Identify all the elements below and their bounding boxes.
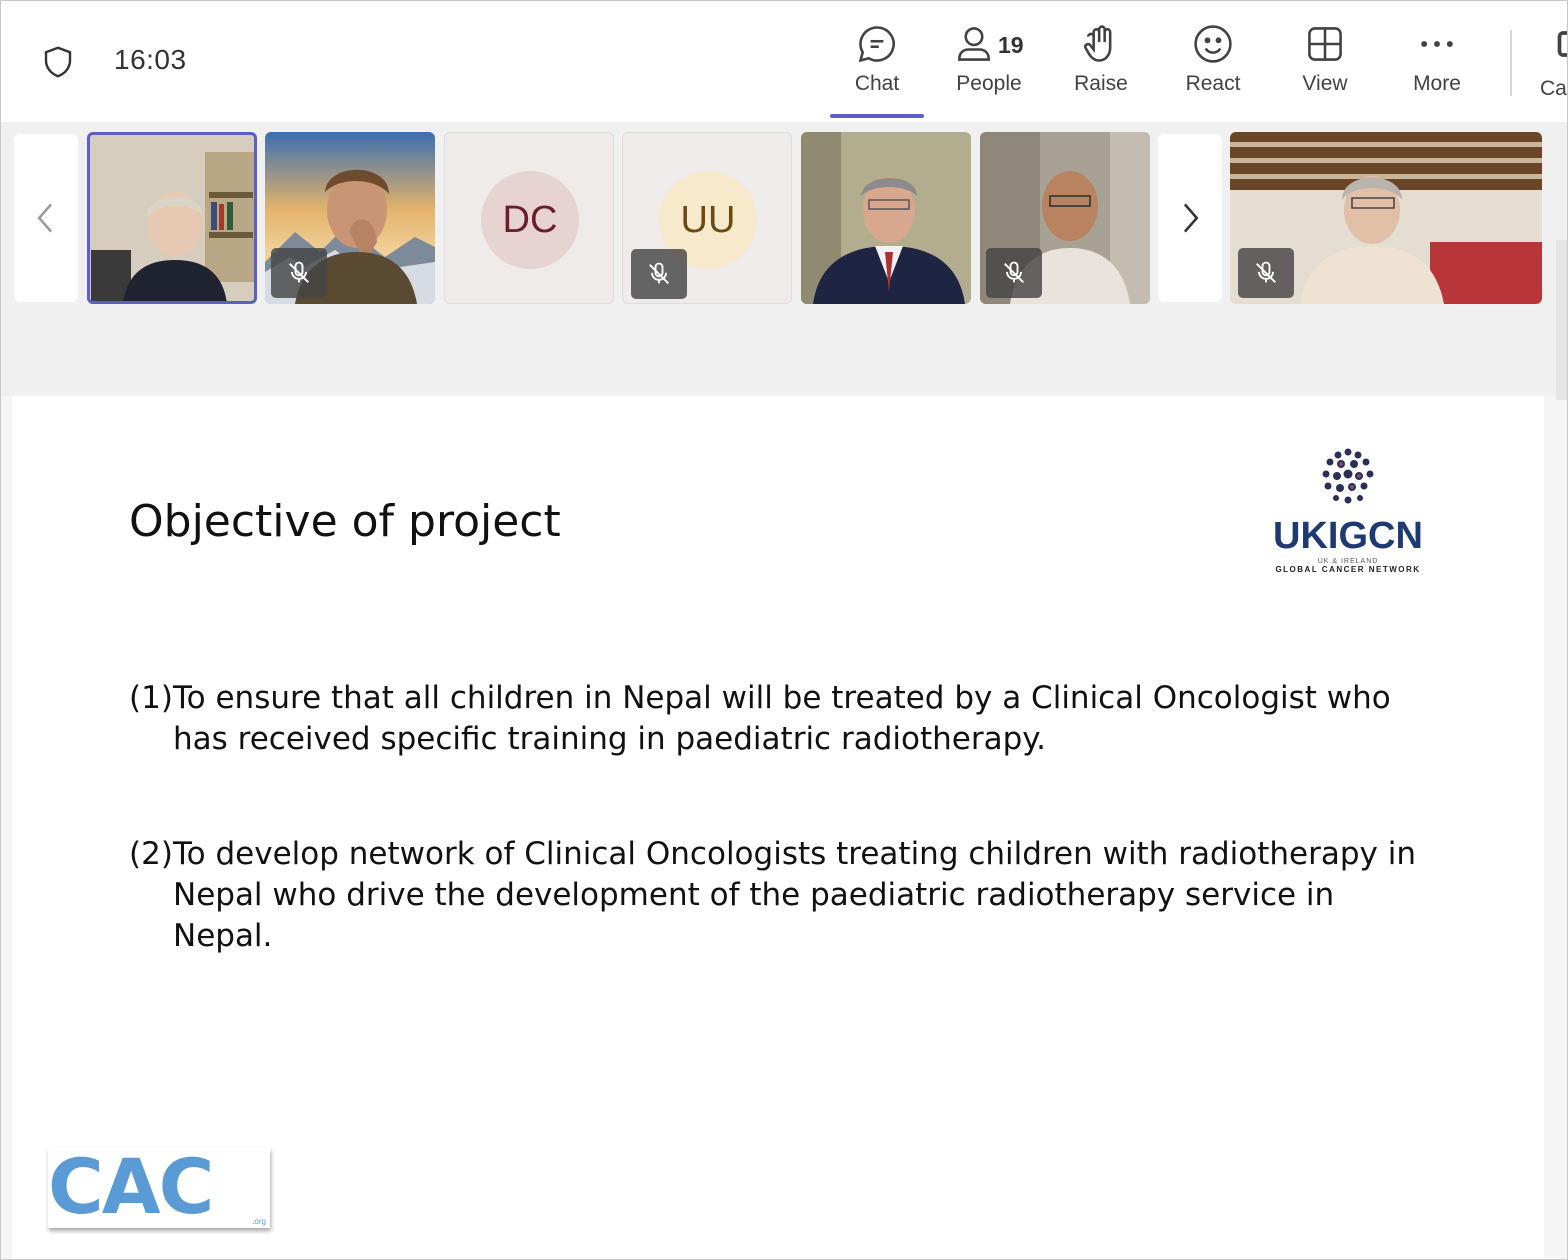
camera-icon <box>1557 31 1568 57</box>
raise-hand-icon <box>1084 25 1112 62</box>
smiley-icon <box>1194 25 1232 63</box>
avatar-initials: UU <box>680 198 736 241</box>
more-button[interactable]: More <box>1382 22 1492 118</box>
active-tab-indicator <box>830 114 924 118</box>
camera-button[interactable]: Ca <box>1540 22 1568 118</box>
muted-indicator <box>631 249 687 299</box>
participant-tile-3[interactable]: DC <box>444 132 614 304</box>
objective-item-1: (1) To ensure that all children in Nepal… <box>129 678 1433 760</box>
meeting-toolbar: 16:03 Chat People 19 Raise React View Mo… <box>0 0 1568 123</box>
meeting-timer: 16:03 <box>114 44 187 75</box>
objective-number: (1) <box>129 680 173 716</box>
raise-hand-button[interactable]: Raise <box>1046 22 1156 118</box>
objective-number: (2) <box>129 836 173 872</box>
avatar-initials: DC <box>502 198 558 241</box>
react-button[interactable]: React <box>1158 22 1268 118</box>
muted-indicator <box>986 248 1042 298</box>
participant-tile-2[interactable] <box>265 132 435 304</box>
mic-off-icon <box>289 261 309 283</box>
react-label: React <box>1185 72 1241 95</box>
view-button[interactable]: View <box>1270 22 1380 118</box>
mic-off-icon <box>1256 261 1276 283</box>
muted-indicator <box>271 248 327 298</box>
chat-label: Chat <box>854 72 900 95</box>
chat-icon <box>858 26 895 63</box>
objective-item-2: (2) To develop network of Clinical Oncol… <box>129 834 1433 957</box>
muted-indicator <box>1238 248 1294 298</box>
strip-prev-button[interactable] <box>14 134 78 302</box>
toolbar-divider <box>1510 30 1512 96</box>
ukigcn-subtitle-2: GLOBAL CANCER NETWORK <box>1275 565 1421 574</box>
shield-icon[interactable] <box>40 44 76 80</box>
participant-tile-4[interactable]: UU <box>622 132 792 304</box>
objective-text: To ensure that all children in Nepal wil… <box>173 680 1391 757</box>
avatar: DC <box>481 171 579 269</box>
mic-off-icon <box>649 262 669 284</box>
chevron-left-icon <box>37 203 53 233</box>
people-button[interactable]: People <box>934 22 1044 118</box>
cac-logo: CAC .org <box>48 1142 270 1231</box>
participant-tile-5[interactable] <box>801 132 971 304</box>
grid-view-icon <box>1308 27 1342 61</box>
more-icon <box>1421 41 1453 47</box>
people-count-badge: 19 <box>998 32 1024 58</box>
participant-tile-7[interactable] <box>1230 132 1542 304</box>
participant-video <box>801 132 971 304</box>
globe-dots-icon <box>1322 448 1374 504</box>
window-edge <box>1556 240 1568 400</box>
cac-suffix: .org <box>252 1217 266 1226</box>
participant-video <box>87 132 257 304</box>
raise-label: Raise <box>1074 72 1128 95</box>
mic-off-icon <box>1004 261 1024 283</box>
participant-tile-1[interactable] <box>87 132 257 304</box>
objective-text: To develop network of Clinical Oncologis… <box>173 836 1416 954</box>
strip-next-button[interactable] <box>1158 134 1222 302</box>
chevron-right-icon <box>1183 203 1199 233</box>
cac-name: CAC <box>48 1142 214 1231</box>
view-label: View <box>1302 72 1348 95</box>
people-label: People <box>956 72 1022 95</box>
camera-label: Ca <box>1540 77 1567 100</box>
people-icon <box>958 27 990 61</box>
ukigcn-logo: UKIGCN UK & IRELAND GLOBAL CANCER NETWOR… <box>1258 446 1438 582</box>
participant-tile-6[interactable] <box>980 132 1150 304</box>
shared-slide: Objective of project UKIGCN UK & IRELAND… <box>12 396 1544 1260</box>
more-label: More <box>1413 72 1461 95</box>
ukigcn-name: UKIGCN <box>1273 515 1423 557</box>
ukigcn-subtitle-1: UK & IRELAND <box>1317 558 1379 565</box>
chat-button[interactable]: Chat <box>822 22 932 118</box>
slide-title: Objective of project <box>129 496 561 547</box>
